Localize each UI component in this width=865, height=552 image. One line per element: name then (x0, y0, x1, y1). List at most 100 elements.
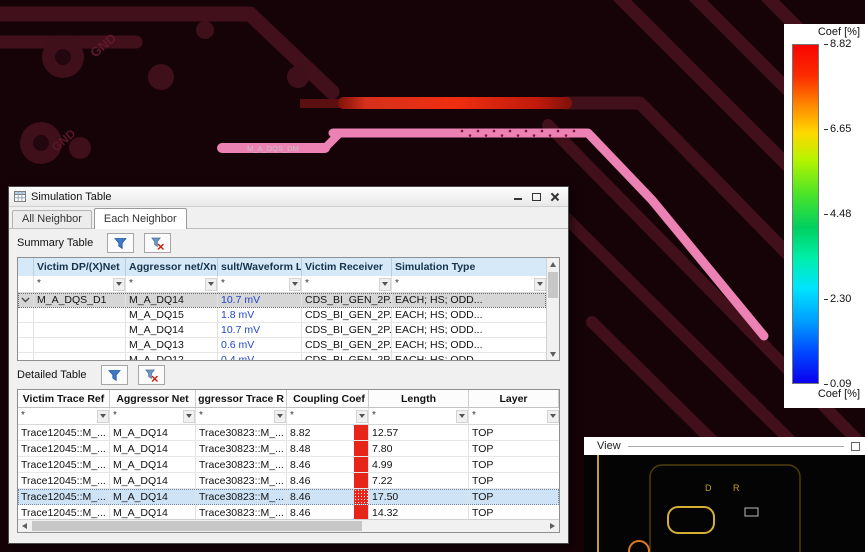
cell-layer: TOP (472, 458, 494, 471)
filter-combo[interactable]: * (18, 408, 110, 424)
column-header-layer[interactable]: Layer (469, 390, 559, 407)
coupling-color-swatch (354, 457, 368, 472)
summary-clear-filter-button[interactable] (144, 233, 172, 253)
scrollbar-thumb[interactable] (32, 521, 362, 531)
filter-combo[interactable]: * (369, 408, 469, 424)
dropdown-caret-icon[interactable] (456, 409, 468, 423)
column-header-aggressor-ref[interactable]: ggressor Trace R (196, 390, 287, 407)
dropdown-caret-icon[interactable] (547, 409, 559, 423)
scroll-up-button[interactable] (547, 258, 559, 270)
cell-receiver: CDS_BI_GEN_2P (302, 353, 392, 360)
cell-result-link[interactable]: 0.4 mV (218, 353, 302, 360)
filter-combo[interactable]: * (392, 276, 546, 292)
view-refdes-d: D (705, 483, 712, 493)
dropdown-caret-icon[interactable] (113, 277, 125, 291)
dropdown-caret-icon[interactable] (379, 277, 391, 291)
scroll-right-button[interactable] (546, 520, 559, 532)
table-row[interactable]: M_A_DQ15 1.8 mV CDS_BI_GEN_2P... EACH; H… (18, 308, 546, 323)
dropdown-caret-icon[interactable] (356, 409, 368, 423)
cell-result-link[interactable]: 10.7 mV (218, 323, 302, 337)
filter-combo[interactable]: * (34, 276, 126, 292)
table-row[interactable]: M_A_DQ13 0.6 mV CDS_BI_GEN_2P... EACH; H… (18, 338, 546, 353)
column-header-coupling[interactable]: Coupling Coef (287, 390, 369, 407)
cell-aggressor-net: M_A_DQ14 (110, 505, 196, 520)
dropdown-caret-icon[interactable] (289, 277, 301, 291)
dropdown-caret-icon[interactable] (205, 277, 217, 291)
aggressor-hot-trace[interactable] (338, 97, 572, 109)
maximize-button[interactable] (527, 187, 545, 206)
cell-result-link[interactable]: 0.6 mV (218, 338, 302, 352)
filter-combo[interactable]: * (110, 408, 196, 424)
minimize-button[interactable] (509, 187, 527, 206)
cell-victim-ref: Trace12045::M_... (18, 425, 110, 440)
row-expander[interactable] (18, 293, 34, 307)
dropdown-caret-icon[interactable] (534, 277, 546, 291)
table-row[interactable]: M_A_DQ12 0.4 mV CDS_BI_GEN_2P EACH; HS; … (18, 353, 546, 360)
tab-all-neighbor[interactable]: All Neighbor (12, 210, 92, 228)
view-panel-canvas[interactable]: D R (584, 455, 865, 552)
colorbar-tick: 4.48 (824, 208, 851, 220)
cell-result-link[interactable]: 1.8 mV (218, 308, 302, 322)
summary-vertical-scrollbar[interactable] (546, 258, 559, 360)
column-header-aggressor[interactable]: Aggressor net/Xn (126, 258, 218, 276)
window-title: Simulation Table (31, 190, 112, 203)
filter-combo[interactable]: * (302, 276, 392, 292)
table-row[interactable]: Trace12045::M_... M_A_DQ14 Trace30823::M… (18, 441, 559, 457)
table-row[interactable]: Trace12045::M_... M_A_DQ14 Trace30823::M… (18, 473, 559, 489)
window-title-bar[interactable]: Simulation Table (9, 187, 568, 207)
column-header-victim[interactable]: Victim DP/(X)Net (34, 258, 126, 276)
cell-aggressor: M_A_DQ14 (126, 293, 218, 307)
summary-header-row: Victim DP/(X)Net Aggressor net/Xn sult/W… (18, 258, 546, 276)
cell-victim: M_A_DQS_D1 (34, 293, 126, 307)
cell-aggressor: M_A_DQ15 (126, 308, 218, 322)
filter-combo[interactable]: * (469, 408, 559, 424)
cell-coupling: 8.82 (287, 425, 369, 440)
column-header-receiver[interactable]: Victim Receiver (302, 258, 392, 276)
scroll-down-button[interactable] (547, 348, 559, 360)
cell-coupling: 8.48 (287, 441, 369, 456)
minimize-icon (514, 197, 522, 200)
detailed-filter-button[interactable] (100, 365, 128, 385)
cell-aggressor-ref: Trace30823::M_... (196, 425, 287, 440)
dropdown-caret-icon[interactable] (97, 409, 109, 423)
table-row[interactable]: Trace12045::M_... M_A_DQ14 Trace30823::M… (18, 457, 559, 473)
column-header-simtype[interactable]: Simulation Type (392, 258, 546, 276)
scrollbar-thumb[interactable] (548, 272, 558, 298)
cell-simtype: EACH; HS; ODD... (395, 339, 483, 351)
detailed-table: Victim Trace Ref Aggressor Net ggressor … (17, 389, 560, 533)
colorbar-title-top: Coef [%] (817, 26, 860, 38)
column-header-result[interactable]: sult/Waveform L (218, 258, 302, 276)
cell-receiver: CDS_BI_GEN_2P... (302, 338, 392, 352)
table-row[interactable]: M_A_DQS_D1 M_A_DQ14 10.7 mV CDS_BI_GEN_2… (18, 293, 546, 308)
dock-icon[interactable] (851, 441, 860, 451)
table-row-selected[interactable]: Trace12045::M_... M_A_DQ14 Trace30823::M… (18, 489, 559, 505)
filter-combo[interactable]: * (196, 408, 287, 424)
cell-receiver: CDS_BI_GEN_2P... (302, 323, 392, 337)
table-row[interactable]: M_A_DQ14 10.7 mV CDS_BI_GEN_2P... EACH; … (18, 323, 546, 338)
column-header-victim-ref[interactable]: Victim Trace Ref (18, 390, 110, 407)
detailed-clear-filter-button[interactable] (137, 365, 165, 385)
summary-filter-button[interactable] (107, 233, 135, 253)
filter-combo[interactable]: * (126, 276, 218, 292)
colorbar-tick: 6.65 (824, 123, 851, 135)
cell-aggressor-ref: Trace30823::M_... (196, 505, 287, 520)
dropdown-caret-icon[interactable] (183, 409, 195, 423)
column-header-aggressor-net[interactable]: Aggressor Net (110, 390, 196, 407)
filter-combo[interactable]: * (287, 408, 369, 424)
dropdown-caret-icon[interactable] (274, 409, 286, 423)
cell-result-link[interactable]: 10.7 mV (218, 293, 302, 307)
detailed-horizontal-scrollbar[interactable] (18, 519, 559, 532)
summary-table: Victim DP/(X)Net Aggressor net/Xn sult/W… (17, 257, 560, 361)
close-button[interactable] (545, 187, 563, 206)
clear-filter-icon (144, 369, 158, 382)
coupling-value: 8.48 (290, 442, 311, 455)
summary-filter-row: * * * * * (18, 276, 546, 293)
column-header-length[interactable]: Length (369, 390, 469, 407)
chevron-down-icon (21, 297, 30, 303)
detailed-toolbar: Detailed Table (9, 361, 568, 389)
filter-combo[interactable]: * (218, 276, 302, 292)
scroll-left-button[interactable] (18, 520, 31, 532)
cell-simtype: EACH; HS; ODD... (395, 324, 483, 336)
table-row[interactable]: Trace12045::M_... M_A_DQ14 Trace30823::M… (18, 425, 559, 441)
tab-each-neighbor[interactable]: Each Neighbor (93, 208, 187, 229)
